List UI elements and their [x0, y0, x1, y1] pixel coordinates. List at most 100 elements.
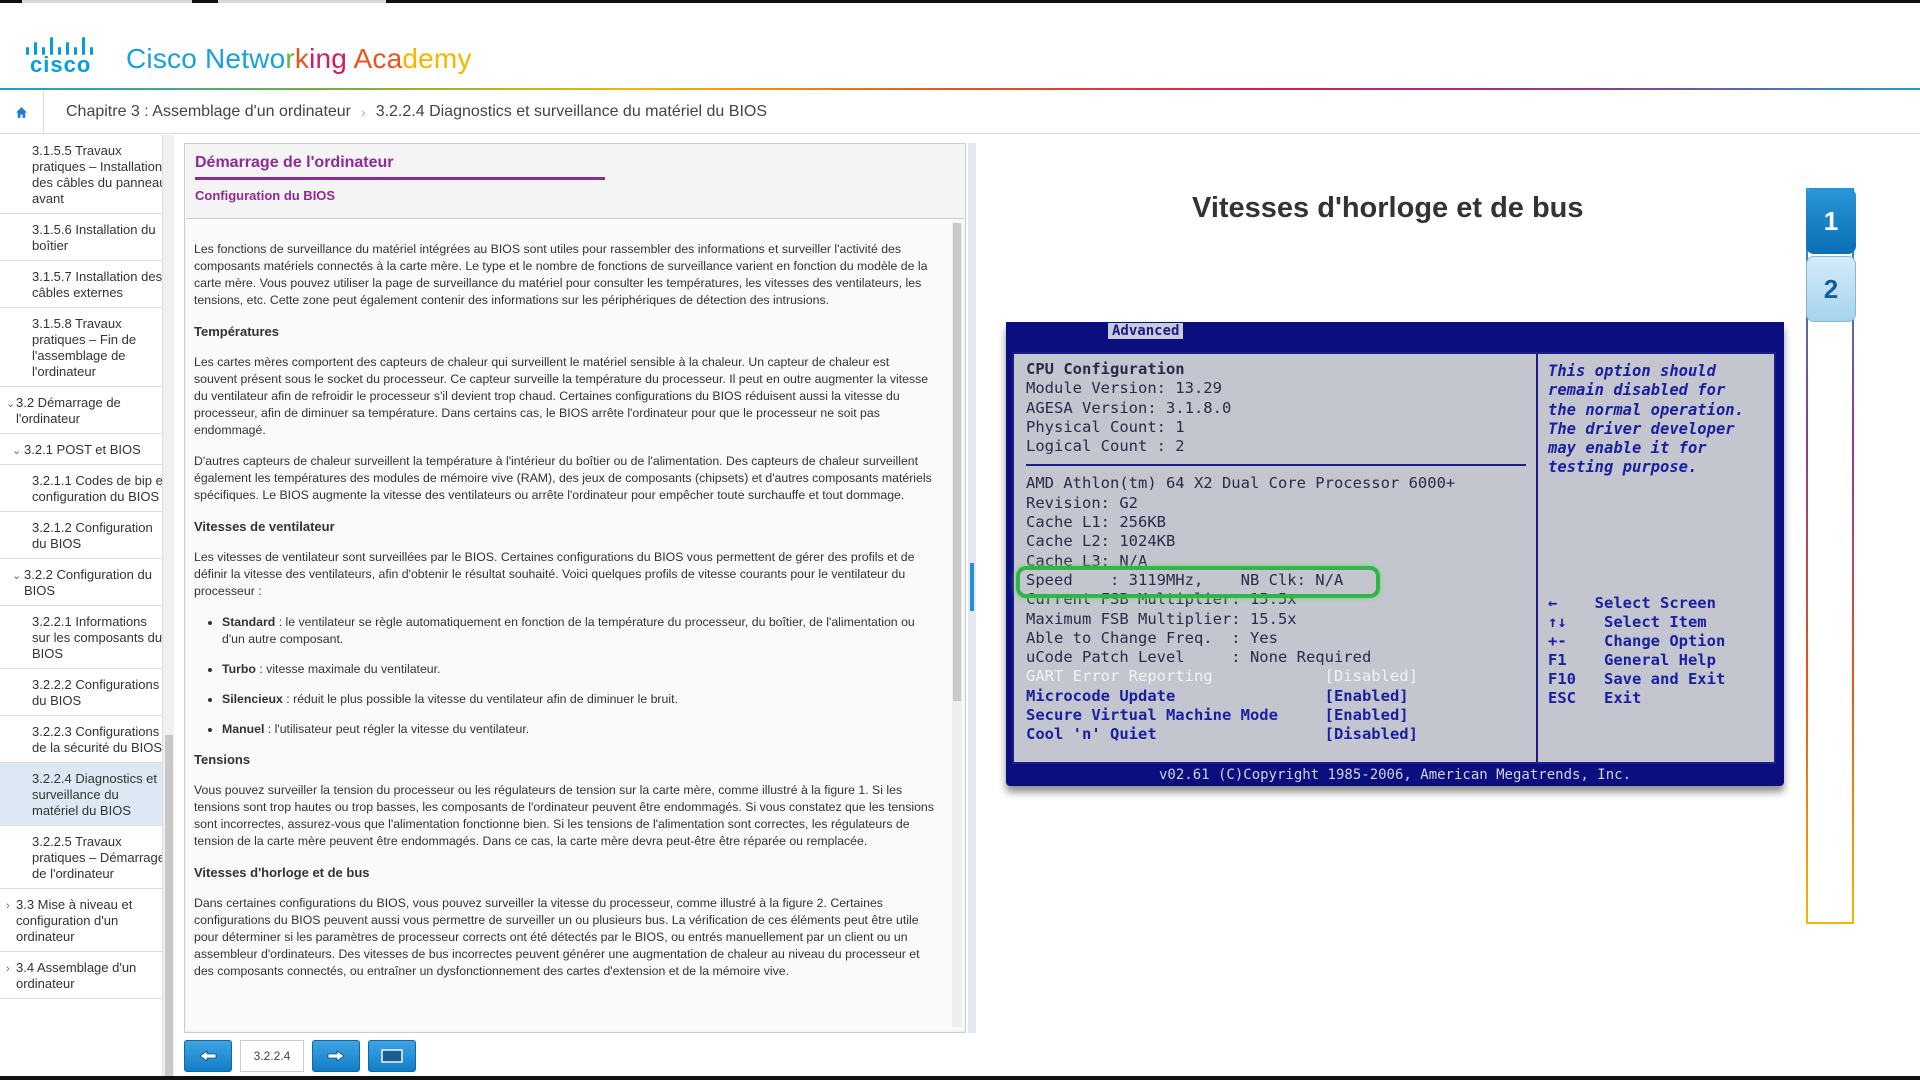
- paragraph: Vous pouvez surveiller la tension du pro…: [194, 783, 934, 848]
- app-header: cisco Cisco Networking Academy: [0, 3, 1920, 89]
- home-icon: [16, 106, 27, 118]
- bios-line: Microcode Update [Enabled]: [1026, 686, 1409, 705]
- sidebar-item-label: 3.2.2 Configuration du BIOS: [24, 567, 152, 598]
- sidebar-item[interactable]: 3.2.1.2 Configuration du BIOS: [0, 512, 173, 559]
- content-body: Les fonctions de surveillance du matérie…: [186, 218, 964, 1030]
- list-item: Turbo : vitesse maximale du ventilateur.: [222, 661, 934, 678]
- sidebar-item[interactable]: ⌄ 3.2.1 POST et BIOS: [0, 434, 173, 465]
- home-button[interactable]: [0, 90, 44, 134]
- bios-copyright: v02.61 (C)Copyright 1985-2006, American …: [1158, 767, 1631, 783]
- list-item-text: : vitesse maximale du ventilateur.: [255, 662, 441, 676]
- figure-2-button[interactable]: 2: [1806, 256, 1856, 322]
- list-item: Manuel : l'utilisateur peut régler la vi…: [222, 721, 934, 738]
- speed-highlight: [1016, 566, 1380, 598]
- sidebar-scrollbar[interactable]: [162, 135, 174, 1080]
- sidebar-item[interactable]: 3.1.5.6 Installation du boîtier: [0, 214, 173, 261]
- sidebar-item[interactable]: 3.2.2.3 Configurations de la sécurité du…: [0, 716, 173, 763]
- title-underline: [195, 177, 605, 180]
- sidebar-item-label: 3.2.1.1 Codes de bip et configuration du…: [32, 473, 167, 504]
- breadcrumb: Chapitre 3 : Assemblage d'un ordinateur …: [66, 90, 767, 134]
- sidebar-item[interactable]: 3.1.5.5 Travaux pratiques – Installation…: [0, 135, 173, 214]
- paragraph: D'autres capteurs de chaleur surveillent…: [194, 454, 932, 502]
- sidebar-item[interactable]: 3.1.5.8 Travaux pratiques – Fin de l'ass…: [0, 308, 173, 387]
- list-item-term: Standard: [222, 615, 276, 629]
- sidebar-item-label: 3.2.2.1 Informations sur les composants …: [32, 614, 163, 661]
- sidebar-item[interactable]: ⌄ 3.2 Démarrage de l'ordinateur: [0, 387, 173, 434]
- bios-line: Revision: G2: [1026, 493, 1138, 512]
- bios-line: Module Version: 13.29: [1026, 379, 1222, 398]
- prev-page-button[interactable]: [184, 1040, 232, 1072]
- sidebar-item[interactable]: 3.2.2.2 Configurations du BIOS: [0, 669, 173, 716]
- sidebar-item[interactable]: 3.2.2.5 Travaux pratiques – Démarrage de…: [0, 826, 173, 889]
- cisco-logo-text: cisco: [30, 52, 92, 77]
- bios-panel: CPU Configuration Module Version: 13.29 AG…: [1012, 352, 1776, 764]
- sidebar-item-label: 3.2.2.5 Travaux pratiques – Démarrage de…: [32, 834, 165, 881]
- sidebar-item[interactable]: › 3.4 Assemblage d'un ordinateur: [0, 952, 173, 999]
- next-page-button[interactable]: [312, 1040, 360, 1072]
- bios-screenshot: Advanced CPU Configuration Module Version…: [1006, 322, 1784, 786]
- sidebar-item[interactable]: ⌄ 3.2.2 Configuration du BIOS: [0, 559, 173, 606]
- content-scroll-thumb[interactable]: [953, 223, 961, 701]
- figure-1-button[interactable]: 1: [1806, 188, 1856, 254]
- arrow-left-icon: [199, 1050, 217, 1062]
- chevron-right-icon[interactable]: ›: [6, 898, 10, 914]
- bios-line: Physical Count: 1: [1026, 417, 1185, 436]
- brand-title-part: Aca: [347, 43, 403, 74]
- bullet-list: Standard : le ventilateur se règle autom…: [222, 614, 934, 738]
- sidebar-item[interactable]: 3.2.2.4 Diagnostics et surveillance du m…: [0, 763, 173, 826]
- list-item-text: : le ventilateur se règle automatiquemen…: [222, 615, 915, 646]
- breadcrumb-chapter[interactable]: Chapitre 3 : Assemblage d'un ordinateur: [66, 103, 351, 121]
- bios-tab-advanced: Advanced: [1108, 323, 1184, 339]
- screen-icon: [381, 1049, 403, 1063]
- brand-title-part: r: [285, 43, 295, 74]
- brand-title: Cisco Networking Academy: [126, 43, 472, 75]
- list-item-text: : l'utilisateur peut régler la vitesse d…: [264, 722, 530, 736]
- breadcrumb-topic[interactable]: 3.2.2.4 Diagnostics et surveillance du m…: [376, 103, 767, 121]
- sidebar-item-label: 3.2.2.2 Configurations du BIOS: [32, 677, 160, 708]
- paragraph: Les cartes mères comportent des capteurs…: [194, 355, 929, 437]
- page-number: 3.2.2.4: [240, 1040, 304, 1072]
- bios-line: Cache L1: 256KB: [1026, 513, 1166, 532]
- sidebar-item-label: 3.2.1.2 Configuration du BIOS: [32, 520, 153, 551]
- brand-title-part: Cisco: [126, 43, 205, 74]
- list-item: Silencieux : réduit le plus possible la …: [222, 691, 934, 708]
- section-heading: Vitesses de ventilateur: [194, 519, 335, 534]
- chevron-right-icon[interactable]: ›: [6, 961, 10, 977]
- sidebar-item[interactable]: 3.1.5.7 Installation des câbles externes: [0, 261, 173, 308]
- bios-line: Cache L2: 1024KB: [1026, 532, 1176, 551]
- sidebar-item[interactable]: › 3.3 Mise à niveau et configuration d'un…: [0, 889, 173, 952]
- course-outline-sidebar: 3.1.5.5 Travaux pratiques – Installation…: [0, 135, 174, 1080]
- list-item-text: : réduit le plus possible la vitesse du …: [282, 692, 678, 706]
- sidebar-item-label: 3.2.2.4 Diagnostics et surveillance du m…: [32, 771, 158, 818]
- splitter-handle[interactable]: [970, 563, 974, 611]
- chevron-down-icon[interactable]: ⌄: [12, 443, 21, 459]
- section-heading: Vitesses d'horloge et de bus: [194, 865, 370, 880]
- sidebar-item-label: 3.1.5.5 Travaux pratiques – Installation…: [32, 143, 167, 206]
- list-item-term: Manuel: [222, 722, 265, 736]
- brand-title-part: Netwo: [205, 43, 286, 74]
- brand-title-part: ing: [309, 43, 348, 74]
- bios-line: uCode Patch Level : None Required: [1026, 648, 1372, 667]
- chevron-down-icon[interactable]: ⌄: [6, 396, 15, 412]
- content-scrollbar[interactable]: [952, 223, 962, 1027]
- bios-line: Maximum FSB Multiplier: 15.5x: [1026, 609, 1297, 628]
- content-text: Les fonctions de surveillance du matérie…: [194, 241, 934, 994]
- sidebar-item-label: 3.4 Assemblage d'un ordinateur: [16, 960, 137, 991]
- panel-splitter[interactable]: [968, 143, 976, 1033]
- bios-cpu-info: CPU Configuration Module Version: 13.29 AG…: [1026, 360, 1526, 745]
- bios-tab-bar: Advanced: [1006, 322, 1784, 340]
- sidebar-item[interactable]: 3.2.2.1 Informations sur les composants …: [0, 606, 173, 669]
- bios-line: GART Error Reporting [Disabled]: [1026, 667, 1418, 686]
- screen-toggle-button[interactable]: [368, 1040, 416, 1072]
- bios-line: AGESA Version: 3.1.8.0: [1026, 398, 1232, 417]
- chevron-down-icon[interactable]: ⌄: [12, 568, 21, 584]
- sidebar-item-label: 3.2.2.3 Configurations de la sécurité du…: [32, 724, 163, 755]
- sidebar-item[interactable]: 3.2.1.1 Codes de bip et configuration du…: [0, 465, 173, 512]
- list-item-term: Turbo: [222, 662, 256, 676]
- content-panel: Démarrage de l'ordinateur Configuration …: [184, 143, 966, 1033]
- list-item: Standard : le ventilateur se règle autom…: [222, 614, 934, 648]
- sidebar-item-label: 3.1.5.8 Travaux pratiques – Fin de l'ass…: [32, 316, 137, 379]
- sidebar-item-label: 3.2 Démarrage de l'ordinateur: [16, 395, 121, 426]
- breadcrumb-bar: Chapitre 3 : Assemblage d'un ordinateur …: [0, 90, 1920, 134]
- sidebar-scroll-thumb[interactable]: [165, 735, 173, 1080]
